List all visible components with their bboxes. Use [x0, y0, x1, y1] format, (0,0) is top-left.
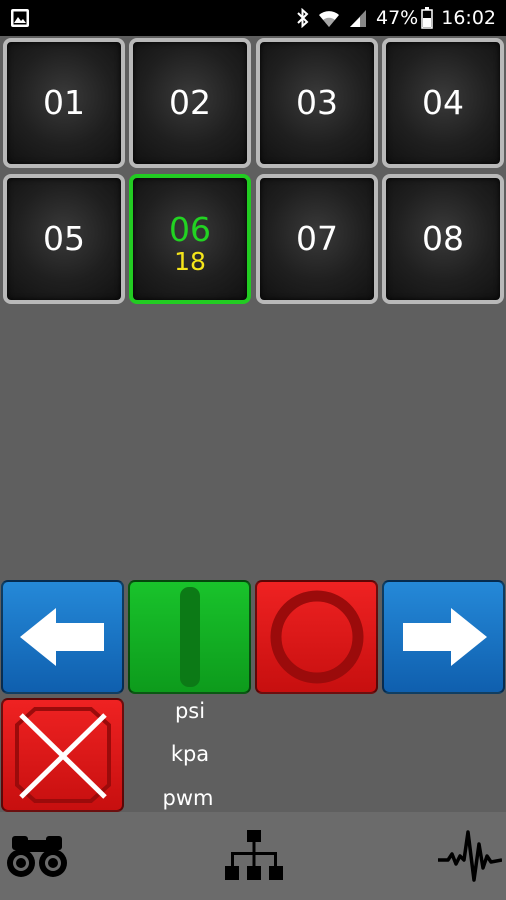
- pulse-icon[interactable]: [438, 830, 503, 886]
- tile-number: 06: [169, 210, 211, 249]
- binoculars-icon[interactable]: [6, 830, 68, 884]
- start-button[interactable]: [128, 580, 251, 694]
- stop-button[interactable]: [255, 580, 378, 694]
- clock: 16:02: [441, 7, 496, 29]
- battery-percent: 47%: [376, 7, 419, 29]
- wifi-icon: [318, 8, 340, 28]
- previous-button[interactable]: [1, 580, 124, 694]
- tile-06[interactable]: 06 18: [129, 174, 251, 304]
- battery-icon: [421, 7, 433, 29]
- network-icon[interactable]: [225, 830, 283, 886]
- tile-number: 05: [43, 219, 85, 258]
- tile-value: 18: [174, 247, 206, 276]
- unit-psi[interactable]: psi: [160, 699, 220, 723]
- tile-01[interactable]: 01: [3, 38, 125, 168]
- tile-08[interactable]: 08: [382, 174, 504, 304]
- tile-number: 07: [296, 219, 338, 258]
- tile-number: 08: [422, 219, 464, 258]
- arrow-left-icon: [18, 606, 108, 668]
- tile-number: 04: [422, 83, 464, 122]
- tile-07[interactable]: 07: [256, 174, 378, 304]
- unit-pwm[interactable]: pwm: [158, 786, 218, 810]
- tile-05[interactable]: 05: [3, 174, 125, 304]
- status-bar: 47% 16:02: [0, 0, 506, 36]
- x-icon: [7, 703, 119, 807]
- next-button[interactable]: [382, 580, 505, 694]
- tile-03[interactable]: 03: [256, 38, 378, 168]
- gallery-notification-icon: [10, 8, 30, 32]
- vertical-bar-icon: [178, 585, 202, 689]
- tile-02[interactable]: 02: [129, 38, 251, 168]
- circle-icon: [267, 587, 367, 687]
- signal-icon: [348, 8, 368, 28]
- cancel-button[interactable]: [1, 698, 124, 812]
- tile-number: 01: [43, 83, 85, 122]
- tile-number: 02: [169, 83, 211, 122]
- arrow-right-icon: [399, 606, 489, 668]
- bluetooth-icon: [296, 8, 310, 28]
- unit-kpa[interactable]: kpa: [160, 742, 220, 766]
- bottom-nav: [0, 812, 506, 900]
- tile-number: 03: [296, 83, 338, 122]
- tile-04[interactable]: 04: [382, 38, 504, 168]
